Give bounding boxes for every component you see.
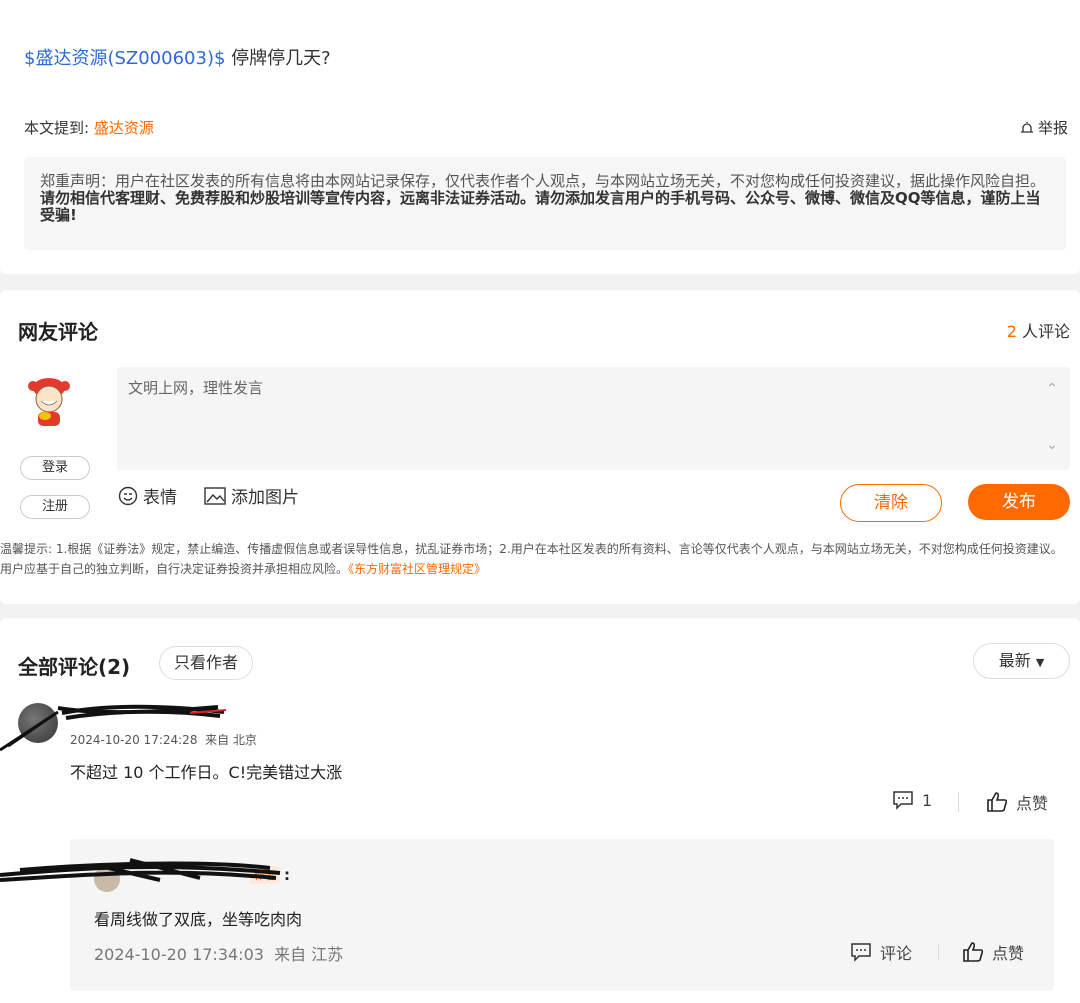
tips-text: 温馨提示: 1.根据《证券法》规定，禁止编造、传播虚假信息或者误导性信息，扰乱证… — [0, 539, 1070, 579]
stock-tag-link[interactable]: $盛达资源(SZ000603)$ — [24, 48, 225, 69]
reply-username[interactable]: 作者: — [126, 866, 290, 884]
scroll-up-icon[interactable]: ⌃ — [1046, 381, 1058, 397]
author-only-button[interactable]: 只看作者 — [159, 646, 253, 680]
emoji-button[interactable]: 表情 — [118, 483, 177, 508]
comment-icon — [893, 791, 913, 810]
report-label: 举报 — [1037, 119, 1068, 137]
avatar[interactable] — [18, 703, 58, 743]
divider — [958, 792, 959, 812]
reply-item: 作者: 看周线做了双底，坐等吃肉肉 2024-10-20 17:34:03 来自… — [70, 839, 1054, 991]
default-avatar-icon — [28, 378, 70, 426]
thumbs-up-icon — [987, 792, 1008, 812]
reply-text: 看周线做了双底，坐等吃肉肉 — [94, 910, 303, 929]
post-card: $盛达资源(SZ000603)$ 停牌停几天? 本文提到: 盛达资源 举报 郑重… — [0, 0, 1080, 274]
emoji-label: 表情 — [143, 488, 177, 508]
reply-like-button[interactable]: 点赞 — [962, 940, 1024, 964]
reply-comment-button[interactable]: 评论 — [850, 940, 912, 964]
tips-body: 温馨提示: 1.根据《证券法》规定，禁止编造、传播虚假信息或者误导性信息，扰乱证… — [0, 542, 1063, 576]
comments-section-title: 网友评论 — [18, 320, 98, 344]
alarm-icon — [1020, 121, 1033, 133]
avatar[interactable] — [94, 866, 120, 892]
disclaimer-text: 郑重声明：用户在社区发表的所有信息将由本网站记录保存，仅代表作者个人观点，与本网… — [40, 172, 1046, 190]
reply-comment-label: 评论 — [880, 944, 913, 963]
reply-time: 2024-10-20 17:34:03 — [94, 945, 264, 964]
mention-stock-link[interactable]: 盛达资源 — [94, 119, 154, 137]
caret-down-icon: ▼ — [1035, 656, 1045, 669]
comment-count-suffix: 人评论 — [1016, 322, 1070, 341]
publish-button[interactable]: 发布 — [968, 484, 1070, 520]
reply-like-label: 点赞 — [992, 944, 1025, 963]
like-label: 点赞 — [1016, 794, 1049, 813]
all-comments-title: 全部评论(2) — [18, 655, 131, 679]
disclaimer-warning: 请勿相信代客理财、免费荐股和炒股培训等宣传内容，远离非法证券活动。请勿添加发言用… — [40, 189, 1041, 224]
comment-placeholder: 文明上网，理性发言 — [128, 379, 264, 397]
disclaimer-box: 郑重声明：用户在社区发表的所有信息将由本网站记录保存，仅代表作者个人观点，与本网… — [24, 157, 1066, 250]
comment-username[interactable] — [70, 705, 220, 721]
divider — [938, 943, 939, 961]
comment-location: 来自 北京 — [205, 733, 257, 747]
reply-button[interactable]: 1 — [892, 790, 932, 810]
comment-time: 2024-10-20 17:24:28 — [70, 733, 198, 747]
smile-icon — [118, 486, 138, 505]
thumbs-up-icon — [963, 942, 984, 962]
login-button[interactable]: 登录 — [20, 456, 90, 480]
comment-textarea[interactable]: 文明上网，理性发言 ⌃ ⌄ — [117, 367, 1070, 470]
scroll-down-icon[interactable]: ⌄ — [1046, 437, 1058, 453]
add-image-label: 添加图片 — [231, 488, 299, 508]
report-button[interactable]: 举报 — [1019, 117, 1068, 138]
comment-icon — [851, 943, 871, 962]
mention-row: 本文提到: 盛达资源 — [24, 117, 154, 138]
register-button[interactable]: 注册 — [20, 495, 90, 519]
reply-meta: 2024-10-20 17:34:03 来自 江苏 — [94, 941, 343, 965]
post-title: $盛达资源(SZ000603)$ 停牌停几天? — [24, 44, 331, 70]
like-button[interactable]: 点赞 — [986, 790, 1048, 814]
sort-dropdown[interactable]: 最新 ▼ — [973, 643, 1070, 679]
image-icon — [204, 486, 226, 505]
add-image-button[interactable]: 添加图片 — [204, 483, 299, 508]
mention-label: 本文提到: — [24, 119, 94, 137]
reply-location: 来自 江苏 — [274, 945, 344, 964]
author-badge: 作者 — [250, 866, 280, 884]
sort-label: 最新 — [998, 651, 1031, 670]
reply-count: 1 — [922, 790, 933, 810]
clear-button[interactable]: 清除 — [840, 484, 942, 522]
comment-count: 2 人评论 — [1007, 318, 1070, 342]
comment-count-number: 2 — [1006, 322, 1017, 341]
post-title-text: 停牌停几天? — [225, 48, 331, 69]
comment-meta: 2024-10-20 17:24:28 来自 北京 — [70, 731, 257, 748]
community-rules-link[interactable]: 《东方财富社区管理规定》 — [348, 562, 486, 576]
comment-text: 不超过 10 个工作日。C!完美错过大涨 — [70, 763, 343, 782]
